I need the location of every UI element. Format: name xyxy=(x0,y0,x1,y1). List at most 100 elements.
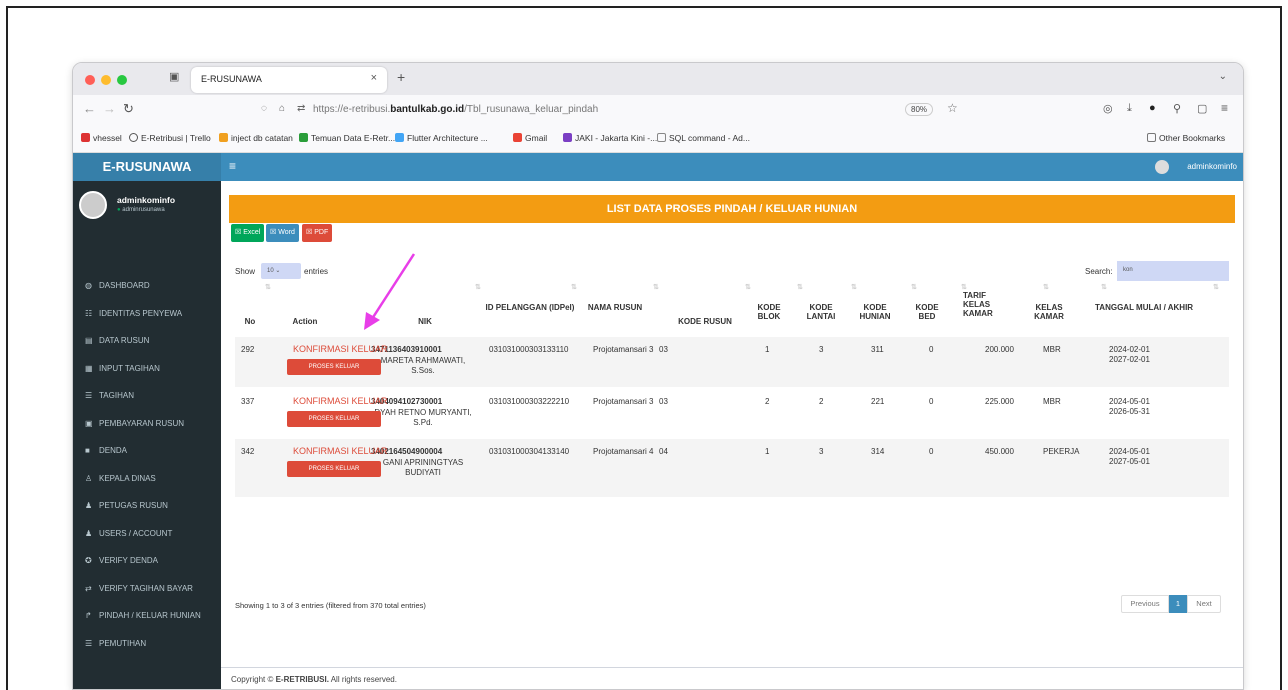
bookmark-item[interactable]: Flutter Architecture ... xyxy=(395,133,488,143)
other-bookmarks[interactable]: Other Bookmarks xyxy=(1147,133,1225,143)
sidebar-item[interactable]: ☰ TAGIHAN xyxy=(73,383,221,409)
sort-icon[interactable]: ⇅ xyxy=(571,283,577,291)
permissions-icon[interactable]: ⇄ xyxy=(297,103,305,114)
extension-icon[interactable]: ● xyxy=(1149,102,1156,114)
sidebar-item[interactable]: ☰ PEMUTIHAN xyxy=(73,631,221,657)
col-header[interactable]: TARIF KELAS KAMAR xyxy=(963,291,1003,318)
konfirmasi-keluar-link[interactable]: KONFIRMASI KELUAR xyxy=(293,396,388,406)
new-tab-button[interactable]: + xyxy=(397,69,405,85)
app-logo[interactable]: E-RUSUNAWA xyxy=(73,153,221,181)
tab-list-chevron-icon[interactable]: ⌄ xyxy=(1219,71,1227,82)
bookmark-item[interactable]: inject db catatan xyxy=(219,133,293,143)
forward-icon[interactable]: → xyxy=(103,101,116,116)
sort-icon[interactable]: ⇅ xyxy=(653,283,659,291)
bookmark-item[interactable]: vhessel xyxy=(81,133,122,143)
konfirmasi-keluar-link[interactable]: KONFIRMASI KELUAR xyxy=(293,344,388,354)
col-header[interactable]: NAMA RUSUN xyxy=(585,303,645,312)
idpel-value: 031031000303133110 xyxy=(489,345,569,354)
search-input[interactable]: kon xyxy=(1117,261,1229,281)
bookmark-item[interactable]: E-Retribusi | Trello xyxy=(129,133,211,143)
kode-bed: 0 xyxy=(929,345,934,354)
pocket-icon[interactable]: ◎ xyxy=(1103,102,1113,115)
sidebar-item[interactable]: ▣ PEMBAYARAN RUSUN xyxy=(73,411,221,437)
sidebar-item-label: VERIFY TAGIHAN BAYAR xyxy=(99,583,193,593)
sidebar-toggle-icon[interactable]: ▢ xyxy=(1197,102,1207,115)
col-header[interactable]: KODE RUSUN xyxy=(665,317,745,326)
sidebar-item[interactable]: ♟ PETUGAS RUSUN xyxy=(73,493,221,519)
kelas-kamar: MBR xyxy=(1043,397,1061,406)
proses-keluar-button[interactable]: PROSES KELUAR xyxy=(287,411,381,427)
konfirmasi-keluar-link[interactable]: KONFIRMASI KELUAR xyxy=(293,446,388,456)
col-header[interactable]: Action xyxy=(265,317,345,326)
sort-icon[interactable]: ⇅ xyxy=(745,283,751,291)
close-window-button[interactable] xyxy=(85,75,95,85)
bookmark-item[interactable]: Gmail xyxy=(513,133,547,143)
proses-keluar-button[interactable]: PROSES KELUAR xyxy=(287,359,381,375)
col-header[interactable]: TANGGAL MULAI / AKHIR xyxy=(1095,303,1215,312)
close-tab-icon[interactable]: × xyxy=(371,72,377,84)
sidebar-item[interactable]: ♟ USERS / ACCOUNT xyxy=(73,521,221,547)
maximize-window-button[interactable] xyxy=(117,75,127,85)
back-icon[interactable]: ← xyxy=(83,101,96,116)
rusun-name: Projotamansari 4 xyxy=(593,447,654,456)
address-bar[interactable]: ◌ ⌂ ⇄ https://e-retribusi.bantulkab.go.i… xyxy=(253,99,973,121)
minimize-window-button[interactable] xyxy=(101,75,111,85)
col-header[interactable]: KELAS KAMAR xyxy=(1025,303,1073,321)
col-header[interactable]: KODE LANTAI xyxy=(805,303,837,321)
col-header[interactable]: No xyxy=(235,317,265,326)
col-header[interactable]: ID PELANGGAN (IDPel) xyxy=(485,303,575,312)
kode-blok: 2 xyxy=(765,397,770,406)
sidebar-item[interactable]: ⇄ VERIFY TAGIHAN BAYAR xyxy=(73,576,221,602)
browser-tab[interactable]: E-RUSUNAWA × xyxy=(191,67,387,93)
kode-blok: 1 xyxy=(765,447,770,456)
lock-icon[interactable]: ⌂ xyxy=(279,103,285,114)
col-header[interactable]: KODE HUNIAN xyxy=(855,303,895,321)
sort-icon[interactable]: ⇅ xyxy=(911,283,917,291)
sort-icon[interactable]: ⇅ xyxy=(961,283,967,291)
bookmark-star-icon[interactable]: ☆ xyxy=(947,101,958,115)
sidebar-toggle-button[interactable]: ≡ xyxy=(229,159,236,173)
sidebar-item[interactable]: ▤ DATA RUSUN xyxy=(73,328,221,354)
col-header[interactable]: KODE BLOK xyxy=(753,303,785,321)
kode-rusun: 03 xyxy=(659,345,668,354)
sort-icon[interactable]: ⇅ xyxy=(1043,283,1049,291)
sidebar-item[interactable]: ▦ INPUT TAGIHAN xyxy=(73,356,221,382)
sort-icon[interactable]: ⇅ xyxy=(265,283,271,291)
col-header[interactable]: KODE BED xyxy=(911,303,943,321)
sidebar-item[interactable]: ↱ PINDAH / KELUAR HUNIAN xyxy=(73,603,221,629)
sidebar-item[interactable]: ☷ IDENTITAS PENYEWA xyxy=(73,301,221,327)
verify-bill-icon: ⇄ xyxy=(85,583,92,593)
bookmark-item[interactable]: Temuan Data E-Retr... xyxy=(299,133,395,143)
page-1-button[interactable]: 1 xyxy=(1169,595,1187,613)
proses-keluar-button[interactable]: PROSES KELUAR xyxy=(287,461,381,477)
sidebar-item[interactable]: ◍ DASHBOARD xyxy=(73,273,221,299)
entries-select[interactable]: 10 ⌄ xyxy=(261,263,301,279)
tab-overview-icon[interactable]: ▣ xyxy=(169,70,179,83)
menu-icon[interactable]: ≡ xyxy=(1221,101,1228,115)
kode-bed: 0 xyxy=(929,447,934,456)
bookmark-item[interactable]: JAKI - Jakarta Kini -... xyxy=(563,133,657,143)
sort-icon[interactable]: ⇅ xyxy=(851,283,857,291)
sort-icon[interactable]: ⇅ xyxy=(1213,283,1219,291)
avatar[interactable] xyxy=(1155,160,1169,174)
export-pdf-button[interactable]: ☒ PDF xyxy=(302,224,333,242)
export-word-button[interactable]: ☒ Word xyxy=(266,224,299,242)
shield-icon[interactable]: ◌ xyxy=(261,103,267,114)
sort-icon[interactable]: ⇅ xyxy=(475,283,481,291)
downloads-icon[interactable]: ⤓ xyxy=(1127,102,1132,115)
sidebar-item[interactable]: ♙ KEPALA DINAS xyxy=(73,466,221,492)
tarif-value: 200.000 xyxy=(985,345,1014,354)
previous-page-button[interactable]: Previous xyxy=(1121,595,1169,613)
tab-bar: ▣ E-RUSUNAWA × + ⌄ xyxy=(73,63,1243,95)
extensions-puzzle-icon[interactable]: ⚲ xyxy=(1173,102,1181,115)
reload-icon[interactable]: ↻ xyxy=(123,101,134,117)
bookmark-item[interactable]: SQL command - Ad... xyxy=(657,133,750,143)
top-user-name[interactable]: adminkominfo xyxy=(1187,162,1237,171)
zoom-level[interactable]: 80% xyxy=(905,103,934,116)
next-page-button[interactable]: Next xyxy=(1187,595,1221,613)
sort-icon[interactable]: ⇅ xyxy=(797,283,803,291)
sort-icon[interactable]: ⇅ xyxy=(1101,283,1107,291)
export-excel-button[interactable]: ☒ Excel xyxy=(231,224,265,242)
sidebar-item[interactable]: ■ DENDA xyxy=(73,438,221,464)
sidebar-item[interactable]: ✪ VERIFY DENDA xyxy=(73,548,221,574)
